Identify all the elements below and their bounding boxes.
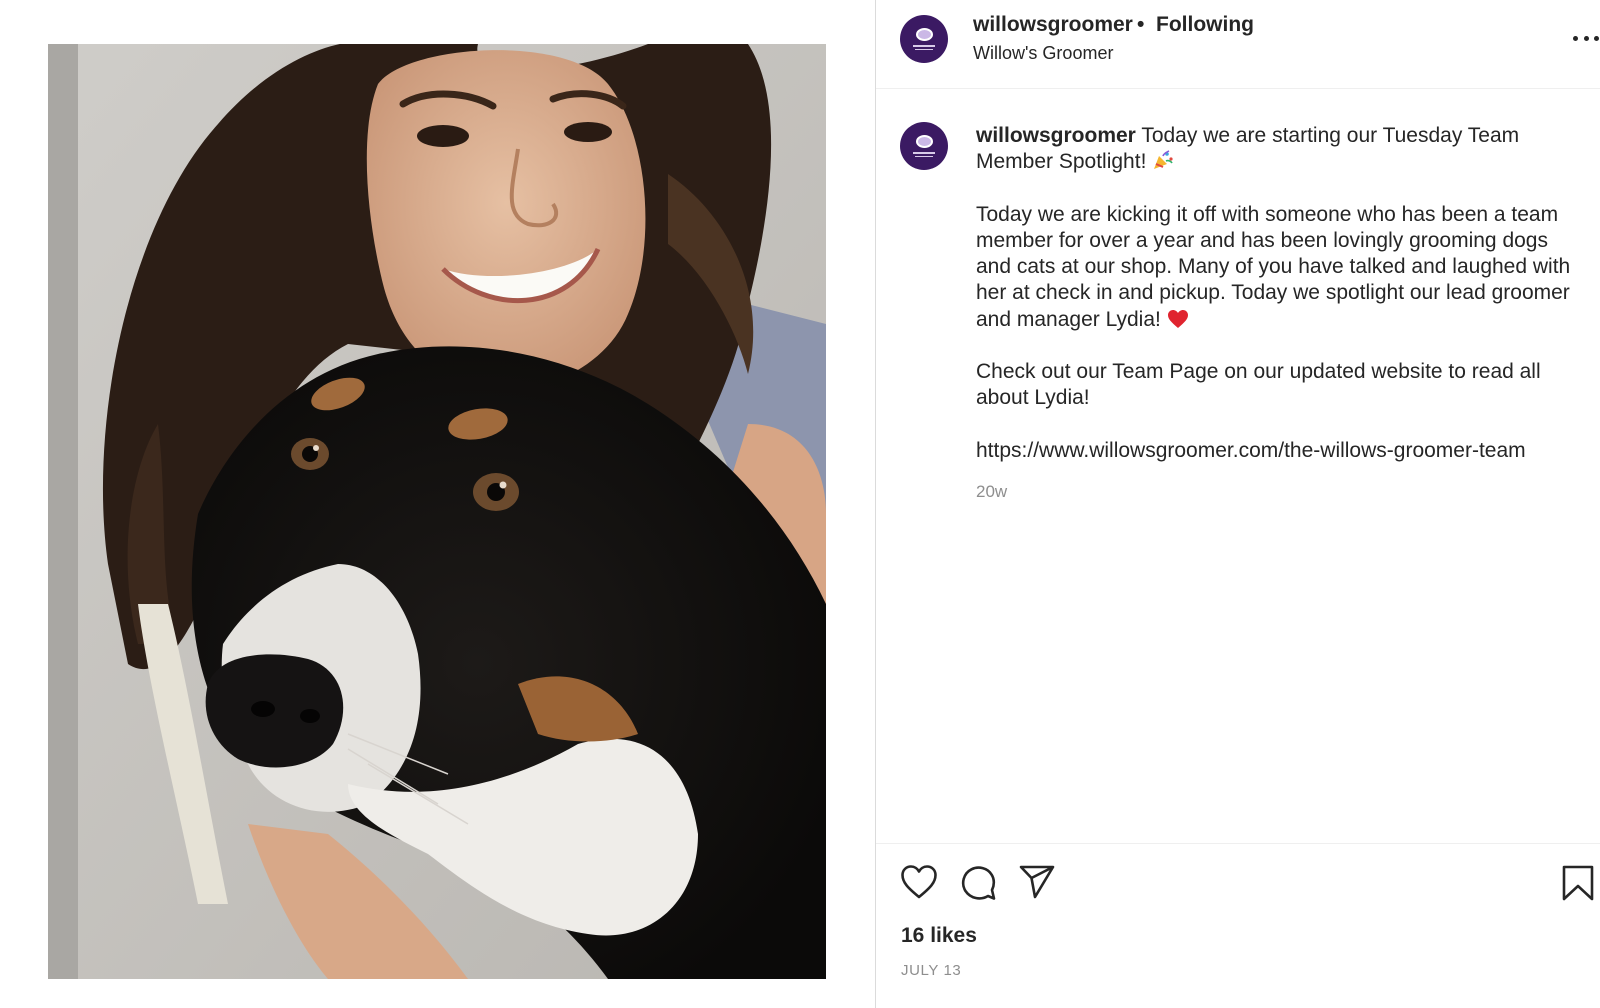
comment-icon[interactable] bbox=[959, 864, 997, 902]
logo-wordmark-line bbox=[915, 155, 933, 157]
caption-avatar[interactable] bbox=[900, 122, 948, 170]
logo-gem-icon bbox=[915, 135, 933, 148]
likes-count[interactable]: 16 likes bbox=[901, 924, 977, 948]
following-button[interactable]: Following bbox=[1156, 13, 1254, 37]
caption-link[interactable]: https://www.willowsgroomer.com/the-willo… bbox=[976, 438, 1586, 464]
logo-wordmark-line bbox=[915, 48, 933, 50]
heart-icon[interactable] bbox=[900, 864, 938, 900]
post-photo[interactable] bbox=[48, 44, 826, 979]
logo-gem-icon bbox=[915, 28, 933, 41]
bookmark-icon[interactable] bbox=[1561, 864, 1595, 902]
more-dot bbox=[1583, 35, 1589, 41]
caption-text: willowsgroomer Today we are starting our… bbox=[976, 123, 1586, 490]
post-actions: 16 likes JULY 13 bbox=[876, 843, 1600, 1008]
account-display-name: Willow's Groomer bbox=[973, 43, 1114, 63]
header-separator: • bbox=[1137, 13, 1145, 36]
account-avatar[interactable] bbox=[900, 15, 948, 63]
post-header: willowsgroomer • Following Willow's Groo… bbox=[876, 0, 1600, 89]
post-photo-image bbox=[48, 44, 826, 979]
caption-paragraph-1: Today we are kicking it off with someone… bbox=[976, 202, 1571, 331]
post-date[interactable]: JULY 13 bbox=[901, 962, 961, 979]
caption-paragraph-2: Check out our Team Page on our updated w… bbox=[976, 360, 1541, 410]
party-popper-emoji bbox=[1154, 150, 1173, 170]
more-dot bbox=[1573, 35, 1578, 41]
more-dot bbox=[1594, 35, 1599, 41]
share-icon[interactable] bbox=[1018, 864, 1056, 900]
logo-wordmark bbox=[913, 45, 935, 47]
more-options-icon[interactable] bbox=[1573, 34, 1599, 42]
caption-username[interactable]: willowsgroomer bbox=[976, 124, 1136, 147]
logo-wordmark bbox=[913, 152, 935, 154]
red-heart-emoji bbox=[1167, 309, 1188, 328]
account-username[interactable]: willowsgroomer bbox=[973, 13, 1133, 37]
post-caption: willowsgroomer Today we are starting our… bbox=[876, 90, 1600, 842]
post-time-ago[interactable]: 20w bbox=[976, 482, 1007, 502]
post-side-panel: willowsgroomer • Following Willow's Groo… bbox=[875, 0, 1600, 1008]
